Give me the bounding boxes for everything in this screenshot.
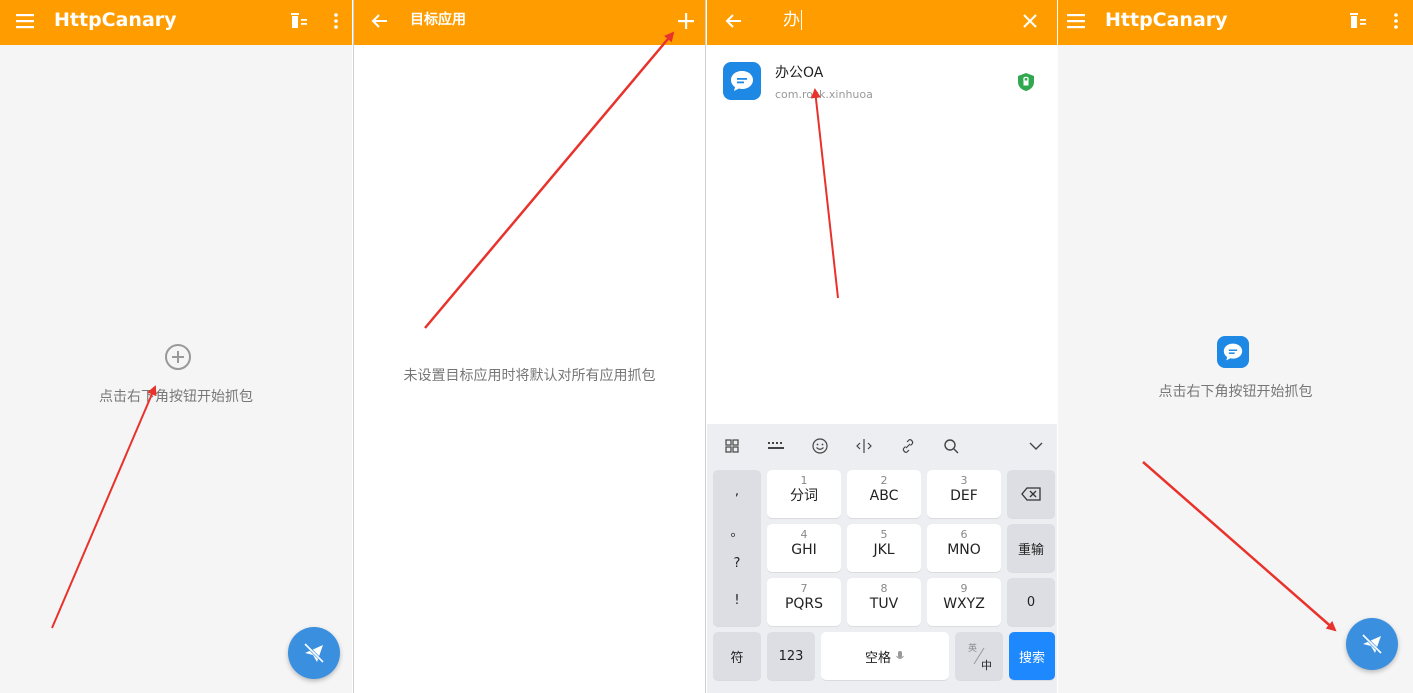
app-bar: 目标应用 xyxy=(354,0,705,45)
key-number: 1 xyxy=(800,474,808,487)
target-app-logo-icon xyxy=(1217,336,1249,368)
t9-key-3[interactable]: 3 DEF xyxy=(927,470,1001,518)
grid-menu-icon[interactable] xyxy=(720,434,744,458)
search-icon[interactable] xyxy=(939,434,963,458)
lang-zh-label: 中 xyxy=(981,659,992,672)
app-bar: HttpCanary xyxy=(0,0,352,45)
app-list-item[interactable]: 办公OA com.rock.xinhuoa xyxy=(707,46,1057,110)
key-number: 8 xyxy=(880,582,888,595)
t9-key-6[interactable]: 6 MNO xyxy=(927,524,1001,572)
key-label: 分词 xyxy=(790,488,818,504)
add-app-icon[interactable] xyxy=(673,8,699,34)
clear-list-icon[interactable] xyxy=(286,8,312,34)
start-capture-button[interactable] xyxy=(1346,618,1398,670)
app-package: com.rock.xinhuoa xyxy=(775,88,873,101)
t9-key-7[interactable]: 7 PQRS xyxy=(767,578,841,626)
page-title: 目标应用 xyxy=(410,12,466,28)
t9-key-4[interactable]: 4 GHI xyxy=(767,524,841,572)
back-arrow-icon[interactable] xyxy=(367,8,393,34)
collapse-keyboard-icon[interactable] xyxy=(1024,434,1048,458)
punct-key-question[interactable]: ? xyxy=(713,556,761,571)
ime-keyboard: , 。 ? ! 1 分词 2 ABC 3 DEF 4 GHI 5 JKL 6 MNO 重输 … xyxy=(707,424,1057,693)
empty-hint: 未设置目标应用时将默认对所有应用抓包 xyxy=(403,368,656,384)
lang-divider-icon xyxy=(973,647,985,665)
start-capture-button[interactable] xyxy=(288,627,340,679)
lang-switch-key[interactable]: 英 中 xyxy=(955,632,1003,680)
menu-icon[interactable] xyxy=(1063,8,1089,34)
panel-httpcanary-home: HttpCanary 点击右下角按钮开始抓包 xyxy=(0,0,352,693)
numbers-key[interactable]: 123 xyxy=(767,632,815,680)
search-bar: 办 xyxy=(707,0,1057,45)
punct-key-exclaim[interactable]: ! xyxy=(713,593,761,608)
key-label: PQRS xyxy=(784,596,824,612)
key-number: 3 xyxy=(960,474,968,487)
add-circle-icon xyxy=(164,343,192,375)
key-label: DEF xyxy=(950,488,978,504)
emoji-icon[interactable] xyxy=(808,434,832,458)
backspace-icon xyxy=(1021,487,1041,501)
app-logo-icon xyxy=(723,62,761,100)
key-label: JKL xyxy=(873,542,895,558)
shield-icon[interactable] xyxy=(1017,72,1035,96)
punct-key-comma[interactable]: , xyxy=(713,484,761,499)
zero-key[interactable]: 0 xyxy=(1007,578,1055,626)
empty-hint: 点击右下角按钮开始抓包 xyxy=(99,389,253,405)
key-number: 9 xyxy=(960,582,968,595)
key-label: ABC xyxy=(869,488,899,504)
search-input[interactable]: 办 xyxy=(783,0,802,40)
backspace-key[interactable] xyxy=(1007,470,1055,518)
reinput-key[interactable]: 重输 xyxy=(1007,524,1055,572)
keyboard-layout-icon[interactable] xyxy=(764,434,788,458)
key-label: TUV xyxy=(869,596,899,612)
menu-icon[interactable] xyxy=(12,8,38,34)
key-number: 5 xyxy=(880,528,888,541)
symbol-key[interactable]: 符 xyxy=(713,632,761,680)
app-title: HttpCanary xyxy=(54,9,177,31)
t9-key-1[interactable]: 1 分词 xyxy=(767,470,841,518)
app-name: 办公OA xyxy=(775,65,824,81)
key-label: WXYZ xyxy=(943,596,985,612)
key-number: 4 xyxy=(800,528,808,541)
space-label: 空格 xyxy=(864,650,891,666)
clear-list-icon[interactable] xyxy=(1345,8,1371,34)
key-number: 7 xyxy=(800,582,808,595)
t9-key-9[interactable]: 9 WXYZ xyxy=(927,578,1001,626)
cursor-move-icon[interactable] xyxy=(852,434,876,458)
search-input-value: 办 xyxy=(783,10,800,30)
key-number: 2 xyxy=(880,474,888,487)
punct-key-period[interactable]: 。 xyxy=(713,521,761,540)
panel-target-apps: 目标应用 未设置目标应用时将默认对所有应用抓包 xyxy=(353,0,706,693)
paper-plane-icon xyxy=(303,642,325,664)
key-label: MNO xyxy=(947,542,981,558)
back-arrow-icon[interactable] xyxy=(721,8,747,34)
clear-search-icon[interactable] xyxy=(1017,8,1043,34)
text-caret xyxy=(801,10,802,30)
panel-httpcanary-target-set: HttpCanary 点击右下角按钮开始抓包 xyxy=(1058,0,1413,693)
app-title: HttpCanary xyxy=(1105,9,1228,31)
punctuation-column: , 。 ? ! xyxy=(713,470,761,626)
key-label: GHI xyxy=(791,542,817,558)
search-key[interactable]: 搜索 xyxy=(1009,632,1055,680)
link-icon[interactable] xyxy=(896,434,920,458)
app-bar: HttpCanary xyxy=(1058,0,1413,45)
key-number: 6 xyxy=(960,528,968,541)
t9-key-5[interactable]: 5 JKL xyxy=(847,524,921,572)
t9-key-2[interactable]: 2 ABC xyxy=(847,470,921,518)
panel-app-search: 办 办公OA com.rock.xinhuoa , 。 ? ! 1 分词 2 A… xyxy=(707,0,1057,693)
mic-icon xyxy=(896,651,904,659)
space-key[interactable]: 空格 xyxy=(821,632,949,680)
more-options-icon[interactable] xyxy=(323,8,349,34)
more-options-icon[interactable] xyxy=(1383,8,1409,34)
t9-key-8[interactable]: 8 TUV xyxy=(847,578,921,626)
empty-hint: 点击右下角按钮开始抓包 xyxy=(1158,384,1313,400)
paper-plane-icon xyxy=(1361,633,1383,655)
